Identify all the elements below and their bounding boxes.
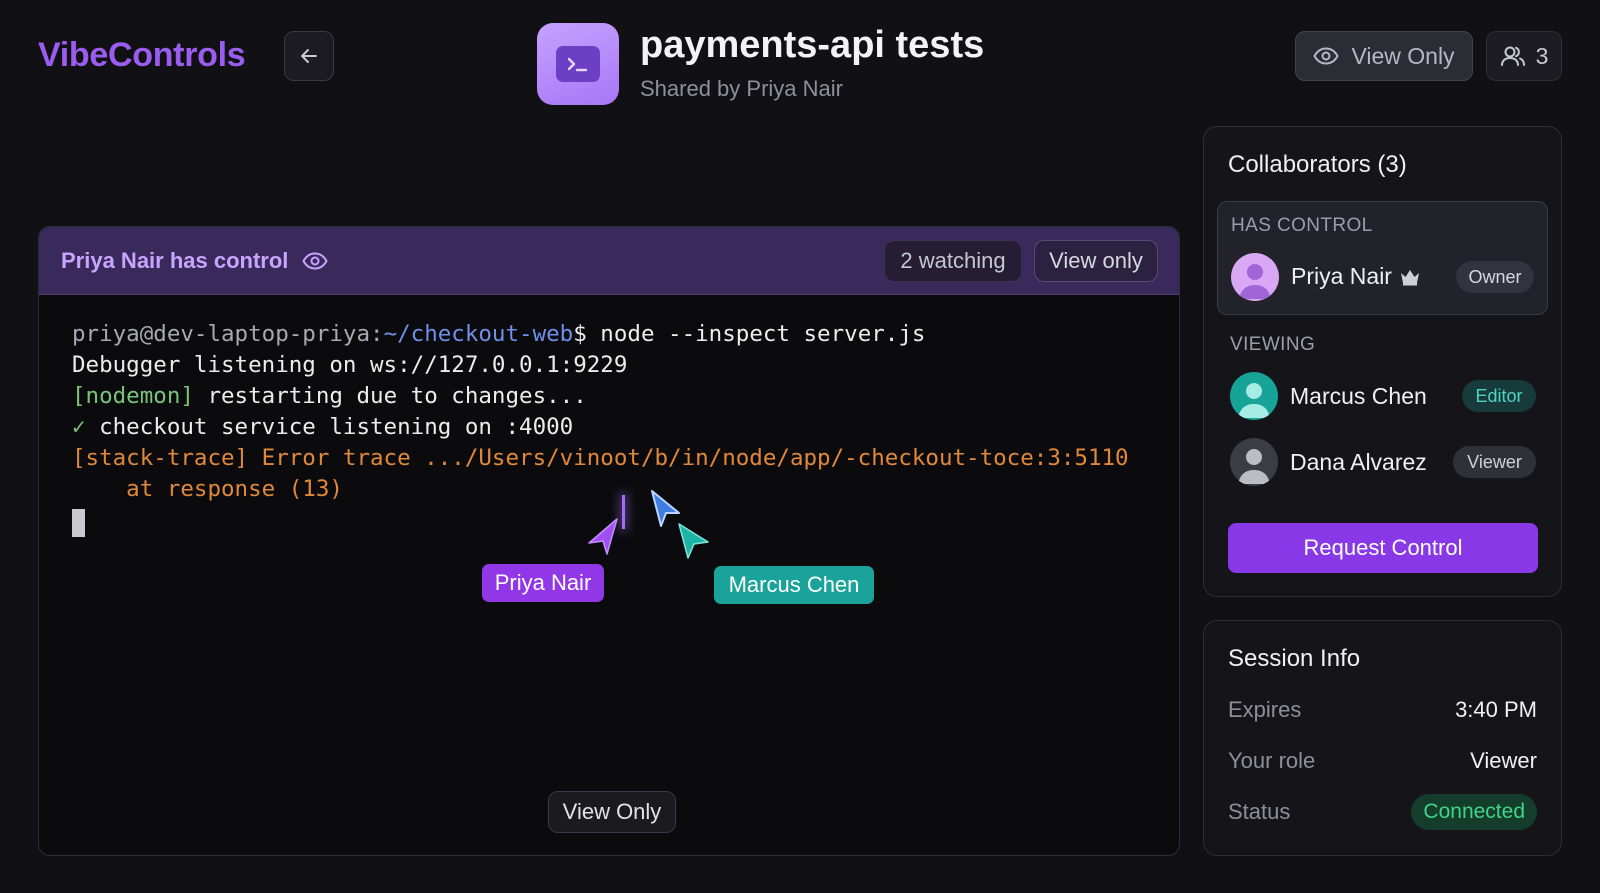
collaborators-title: Collaborators (3) [1228, 151, 1407, 178]
session-row-role: Your role Viewer [1228, 748, 1537, 774]
role-badge-owner: Owner [1456, 261, 1534, 293]
terminal-header: Priya Nair has control 2 watching View o… [39, 227, 1179, 295]
view-only-label: View Only [1351, 42, 1455, 69]
page-title: payments-api tests [640, 24, 985, 66]
arrow-left-icon [301, 49, 317, 63]
control-status: Priya Nair has control [61, 247, 289, 273]
view-only-badge: View only [1034, 240, 1158, 282]
session-row-status: Status Connected [1228, 794, 1537, 830]
page-subtitle: Shared by Priya Nair [640, 76, 843, 101]
has-control-section: HAS CONTROL Priya Nair Owner [1217, 201, 1548, 315]
eye-icon [1313, 47, 1340, 65]
terminal-panel[interactable]: Priya Nair has control 2 watching View o… [38, 226, 1180, 856]
status-badge: Connected [1411, 794, 1537, 830]
role-badge-editor: Editor [1462, 380, 1536, 412]
session-row-expires: Expires 3:40 PM [1228, 697, 1537, 723]
session-key: Expires [1228, 697, 1302, 722]
cursor-icon [588, 518, 618, 555]
collaborators-card: Collaborators (3) HAS CONTROL Priya Nair… [1203, 126, 1562, 597]
terminal-cursor [72, 509, 85, 537]
cursor-label-priya: Priya Nair [482, 564, 604, 602]
error-line: [stack-trace] Error trace .../Users/vino… [72, 445, 1129, 471]
terminal-icon [567, 57, 588, 72]
session-value: 3:40 PM [1455, 697, 1537, 722]
output-line: checkout service listening on :4000 [85, 414, 574, 440]
session-value: Viewer [1470, 748, 1537, 773]
viewing-label: VIEWING [1230, 334, 1316, 355]
text-caret [622, 495, 625, 529]
prompt-path: ~/checkout-web [383, 321, 574, 347]
participants-button[interactable]: 3 [1486, 31, 1562, 81]
avatar [1230, 372, 1278, 420]
watching-badge: 2 watching [884, 240, 1022, 282]
error-line: at response (13) [72, 476, 343, 502]
crown-icon [1401, 270, 1419, 286]
check-mark: ✓ [72, 414, 86, 440]
cursor-icon [678, 523, 709, 559]
session-key: Status [1228, 799, 1291, 824]
session-title: Session Info [1228, 645, 1361, 672]
cursor-label-marcus: Marcus Chen [714, 566, 874, 604]
collaborator-name: Dana Alvarez [1290, 449, 1427, 475]
output-line: Debugger listening on ws://127.0.0.1:922… [72, 352, 628, 378]
terminal-app-icon [537, 23, 619, 105]
has-control-label: HAS CONTROL [1231, 215, 1373, 236]
role-badge-viewer: Viewer [1453, 446, 1536, 478]
eye-icon [302, 251, 329, 270]
output-line: restarting due to changes... [193, 383, 587, 409]
prompt-command: $ node --inspect server.js [573, 321, 926, 347]
avatar [1231, 253, 1279, 301]
terminal-output[interactable]: priya@dev-laptop-priya:~/checkout-web$ n… [72, 319, 1159, 505]
avatar [1230, 438, 1278, 486]
nodemon-tag: [nodemon] [72, 383, 194, 409]
participant-count: 3 [1535, 42, 1549, 69]
collaborator-name: Marcus Chen [1290, 383, 1427, 409]
collaborator-name: Priya Nair [1291, 263, 1392, 289]
session-info-card: Session Info Expires 3:40 PM Your role V… [1203, 620, 1562, 856]
back-button[interactable] [284, 31, 334, 81]
brand-logo[interactable]: VibeControls [38, 36, 246, 75]
view-only-indicator[interactable]: View Only [548, 791, 676, 833]
session-key: Your role [1228, 748, 1316, 773]
users-icon [1500, 46, 1525, 66]
request-control-button[interactable]: Request Control [1228, 523, 1538, 573]
prompt-user: priya@dev-laptop-priya: [72, 321, 384, 347]
view-only-button[interactable]: View Only [1295, 31, 1473, 81]
